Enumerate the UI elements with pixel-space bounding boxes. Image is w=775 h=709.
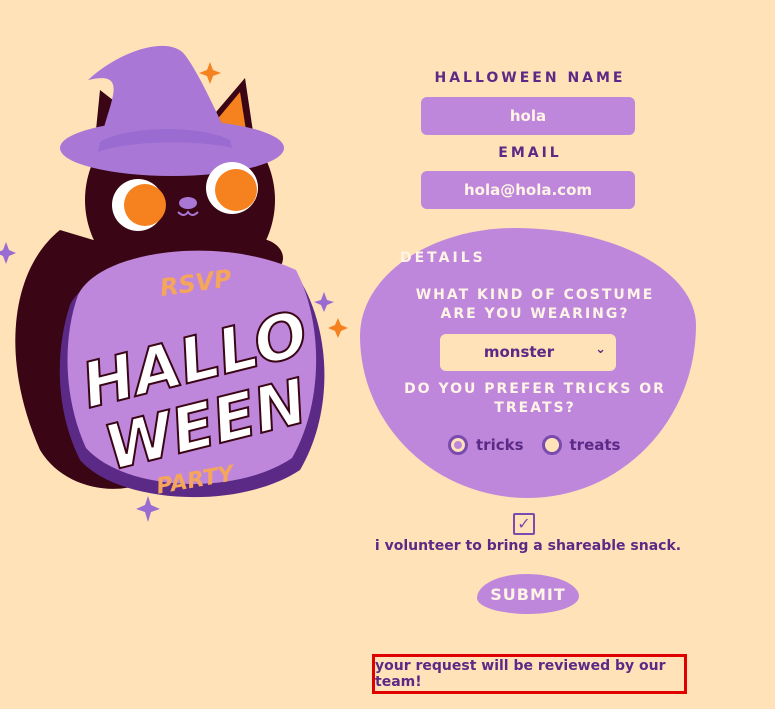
email-input[interactable]: [421, 171, 635, 209]
review-notice: your request will be reviewed by our tea…: [372, 654, 687, 694]
snack-checkbox-label[interactable]: i volunteer to bring a shareable snack.: [360, 538, 696, 554]
sparkle-icon: [328, 318, 348, 338]
checkmark-icon: ✓: [517, 514, 531, 533]
preference-radio-group: tricks treats: [448, 435, 638, 455]
costume-select-value: monster: [483, 343, 555, 361]
halloween-name-label: HALLOWEEN NAME: [434, 70, 626, 86]
costume-question: WHAT KIND OF COSTUME ARE YOU WEARING?: [415, 287, 655, 322]
sparkle-icon: [0, 242, 16, 264]
sparkle-icon: [136, 496, 160, 522]
details-title: DETAILS: [400, 250, 486, 266]
snack-checkbox[interactable]: ✓: [513, 513, 535, 535]
treats-radio[interactable]: [541, 435, 562, 455]
sparkle-icon: [314, 292, 334, 312]
submit-button[interactable]: SUBMIT: [477, 574, 579, 614]
tricks-radio[interactable]: [448, 435, 468, 455]
halloween-cat-illustration: RSVP HALLO WEEN PARTY: [0, 30, 350, 530]
preference-question: DO YOU PREFER TRICKS OR TREATS?: [404, 381, 666, 416]
treats-radio-label[interactable]: treats: [570, 436, 621, 454]
rsvp-form: HALLOWEEN NAME EMAIL DETAILS WHAT KIND O…: [360, 0, 700, 709]
tricks-radio-label[interactable]: tricks: [476, 436, 524, 454]
email-label: EMAIL: [498, 145, 562, 161]
sparkle-icon: [199, 62, 221, 84]
costume-select[interactable]: monster ⌄: [440, 334, 616, 371]
chevron-down-icon: ⌄: [595, 342, 606, 357]
halloween-name-input[interactable]: [421, 97, 635, 135]
